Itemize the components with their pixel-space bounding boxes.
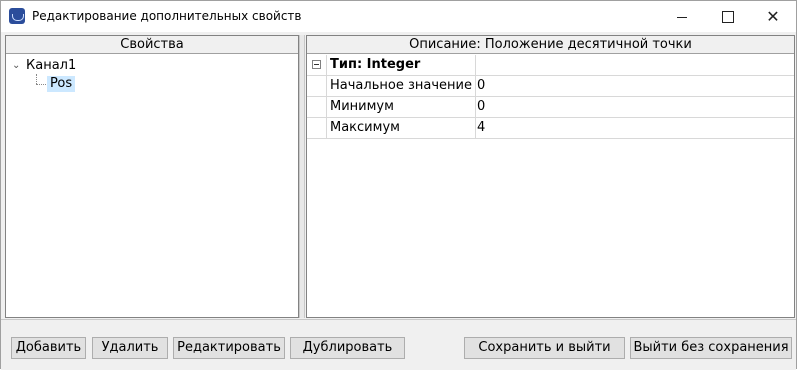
- panel-splitter[interactable]: [299, 35, 305, 318]
- add-button[interactable]: Добавить: [11, 337, 86, 359]
- window-title: Редактирование дополнительных свойств: [32, 9, 302, 23]
- properties-header: Свойства: [6, 36, 298, 54]
- save-and-exit-button[interactable]: Сохранить и выйти: [464, 337, 625, 359]
- close-icon: ✕: [766, 7, 780, 26]
- property-grid: Тип: Integer Начальное значение 0 Миниму…: [307, 55, 794, 139]
- property-name: Максимум: [326, 118, 476, 138]
- property-row[interactable]: Минимум 0: [307, 97, 794, 118]
- property-value[interactable]: 4: [477, 118, 777, 138]
- collapse-icon[interactable]: [312, 60, 321, 69]
- chevron-down-icon[interactable]: ⌄: [12, 60, 22, 71]
- tree-node-pos[interactable]: Pos: [47, 76, 76, 92]
- title-bar[interactable]: Редактирование дополнительных свойств ✕: [1, 1, 796, 32]
- button-bar: Добавить Удалить Редактировать Дублирова…: [1, 319, 796, 370]
- maximize-icon: [722, 10, 734, 23]
- property-value[interactable]: 0: [477, 97, 777, 117]
- description-header: Описание: Положение десятичной точки: [307, 36, 794, 54]
- edit-button[interactable]: Редактировать: [173, 337, 285, 359]
- duplicate-button[interactable]: Дублировать: [290, 337, 405, 359]
- delete-button[interactable]: Удалить: [92, 337, 168, 359]
- exit-without-saving-button[interactable]: Выйти без сохранения: [630, 337, 792, 359]
- close-button[interactable]: ✕: [750, 1, 796, 32]
- app-icon: [9, 8, 25, 24]
- tree-connector: [36, 84, 46, 85]
- tree-connector: [36, 74, 37, 84]
- category-label: Тип: Integer: [326, 55, 476, 75]
- minimize-icon: [677, 17, 687, 18]
- category-row[interactable]: Тип: Integer: [307, 55, 794, 76]
- property-value[interactable]: 0: [477, 76, 777, 96]
- minimize-button[interactable]: [659, 1, 705, 32]
- property-row[interactable]: Начальное значение 0: [307, 76, 794, 97]
- property-row[interactable]: Максимум 4: [307, 118, 794, 139]
- property-name: Минимум: [326, 97, 476, 117]
- tree-node-label: Канал1: [26, 57, 77, 73]
- properties-tree-panel: Свойства ⌄ Канал1 Pos: [5, 35, 299, 318]
- maximize-button[interactable]: [705, 1, 751, 32]
- category-value: [477, 55, 777, 75]
- properties-dialog: Редактирование дополнительных свойств ✕ …: [0, 0, 797, 370]
- property-grid-panel: Описание: Положение десятичной точки Тип…: [306, 35, 795, 318]
- tree-node-channel1[interactable]: ⌄ Канал1: [12, 57, 76, 73]
- property-name: Начальное значение: [326, 76, 476, 96]
